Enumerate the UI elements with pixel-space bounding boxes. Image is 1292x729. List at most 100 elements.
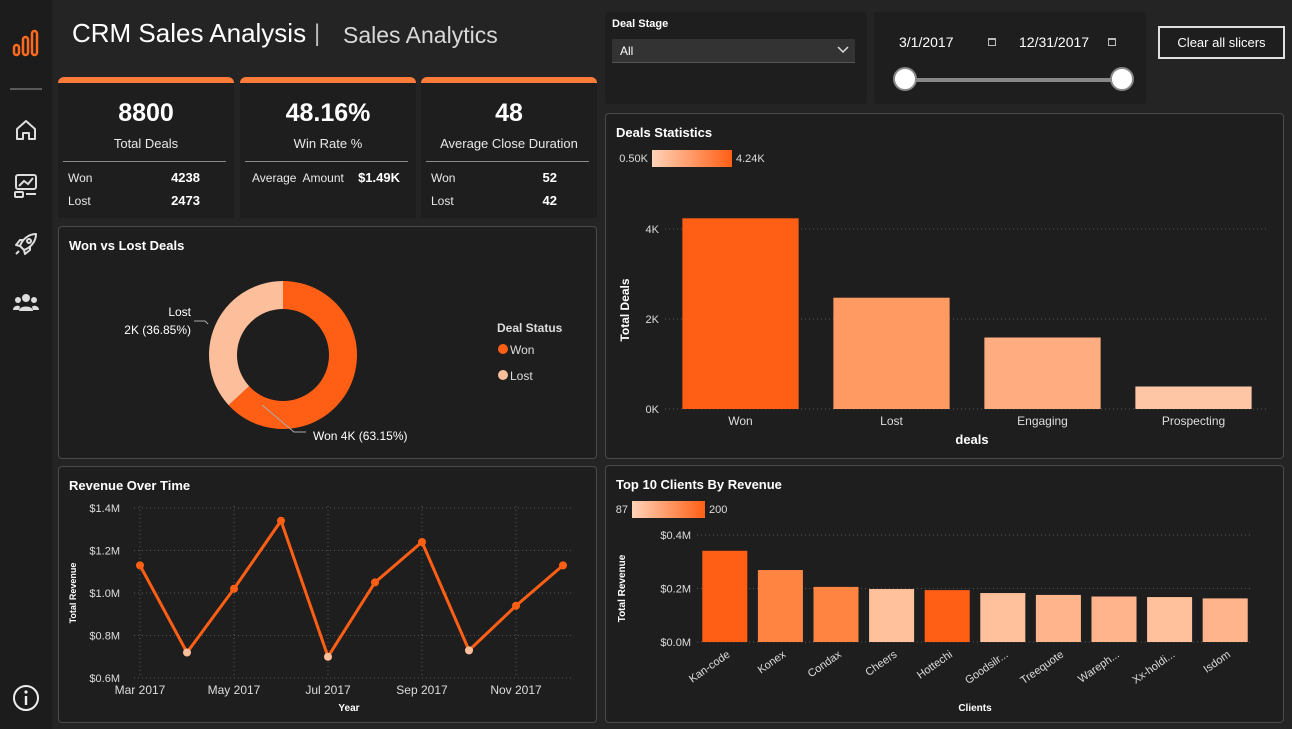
x-tick-label: Mar 2017 [115,683,166,697]
kpi-lost-value: 2473 [171,193,200,208]
home-icon[interactable] [8,112,44,148]
title-separator: | [314,20,321,47]
calendar-icon[interactable] [988,38,996,46]
lost-leader-line [194,320,209,325]
revenue-point [230,584,238,593]
x-axis-title: Clients [958,703,992,714]
legend-marker-won [498,344,508,354]
y-tick-label: $0.0M [660,637,691,649]
y-tick-label: $1.2M [89,546,120,558]
x-tick-label: Prospecting [1162,414,1225,428]
revenue-point [371,578,379,587]
bar-hottechi [924,590,970,642]
kpi-won-label: Won [68,171,93,185]
bar-treequote [1035,594,1081,642]
sidebar [0,0,52,729]
bar-won [682,218,799,409]
x-tick-label: Engaging [1017,414,1068,428]
gradient-min-label: 87 [616,504,628,516]
y-tick-label: $1.0M [89,588,120,600]
app-title: CRM Sales Analysis [72,18,307,48]
kpi-average-amount-label: Average Amount [252,171,344,185]
kpi-total-deals-card: 8800 Total Deals Won 4238 Lost 2473 [58,77,234,218]
dashboard-image-icon[interactable] [8,168,44,204]
x-tick-label: Konex [756,648,789,676]
x-tick-label: Nov 2017 [490,683,542,697]
kpi-won-duration-label: Won [431,171,456,185]
kpi-accent-bar [240,77,416,83]
kpi-won-value: 4238 [171,170,200,185]
y-axis-title: Total Revenue [617,554,628,622]
y-tick-label: $0.2M [660,584,691,596]
x-axis-title: Year [338,703,359,714]
y-tick-label: 0K [646,404,660,416]
end-date-input[interactable]: 12/31/2017 [1019,34,1089,50]
x-tick-label: Goodsilr... [963,649,1010,687]
y-axis-title: Total Deals [618,278,632,341]
kpi-divider [245,161,408,162]
revenue-point [465,646,473,655]
bar-engaging [984,337,1101,409]
date-slider-track[interactable] [905,78,1123,82]
revenue-point [136,561,144,570]
gradient-min-label: 0.50K [619,153,648,165]
kpi-divider [426,161,589,162]
kpi-accent-bar [58,77,234,83]
bar-xx-holdi- [1147,597,1193,642]
gradient-legend-bar [652,150,732,167]
top-clients-chart: 87 200 $0.0M $0.2M $0.4M Kan-code Konex Condax C… [616,501,1253,714]
kpi-close-duration-value: 48 [495,99,523,127]
deal-stage-selected: All [620,44,634,58]
date-slider-start-handle[interactable] [893,67,917,91]
won-data-label: Won 4K (63.15%) [313,429,408,443]
revenue-point [559,561,567,570]
chevron-down-icon [835,41,851,62]
kpi-win-rate-value: 48.16% [285,99,371,127]
y-tick-label: 2K [646,314,660,326]
revenue-point [418,538,426,546]
x-tick-label: Treequote [1018,649,1066,687]
lost-data-label-name: Lost [168,305,191,319]
bar-prospecting [1135,386,1252,409]
clear-all-slicers-button[interactable]: Clear all slicers [1158,26,1285,59]
gradient-max-label: 200 [709,504,727,516]
x-tick-label: Cheers [863,648,899,678]
x-tick-label: Wareph... [1076,649,1122,686]
info-icon[interactable] [8,680,44,716]
calendar-icon[interactable] [1108,38,1116,46]
deal-stage-dropdown[interactable]: All [612,39,855,63]
y-tick-label: 4K [646,224,660,236]
x-tick-label: Xx-holdi... [1130,649,1177,687]
revenue-point [183,648,191,657]
gradient-legend-bar [632,501,705,518]
date-slider-end-handle[interactable] [1110,67,1134,91]
revenue-line [138,519,564,659]
kpi-average-amount-value: $1.49K [358,170,400,185]
donut-slice-lost [209,281,283,406]
deal-stage-label: Deal Stage [612,18,669,30]
legend-title: Deal Status [497,321,563,335]
kpi-divider [63,161,226,162]
kpi-win-rate-card: 48.16% Win Rate % Average Amount $1.49K [240,77,416,218]
rocket-icon[interactable] [8,226,44,262]
start-date-input[interactable]: 3/1/2017 [899,34,954,50]
date-range-slicer [874,12,1146,104]
kpi-won-duration-value: 52 [542,170,557,185]
x-tick-label: Jul 2017 [305,683,351,697]
kpi-win-rate-label: Win Rate % [293,136,363,151]
kpi-close-duration-label: Average Close Duration [440,136,578,151]
revenue-line-chart: $0.6M$0.8M$1.0M$1.2M$1.4MMar 2017 May 201… [68,503,573,714]
bar-chart-logo-icon[interactable] [8,25,44,61]
kpi-total-deals-value: 8800 [118,99,174,127]
deals-statistics-chart: 0.50K 4.24K 0K 2K 4K Won Lost Engaging Prospecti… [618,150,1269,447]
y-tick-label: $0.8M [89,631,120,643]
won-lost-donut-chart: Won 4K (63.15%) Lost 2K (36.85%) Deal Statu… [124,281,563,443]
x-axis-title: deals [955,432,988,447]
x-tick-label: Kan-code [687,649,732,686]
x-tick-label: Isdom [1201,649,1232,676]
kpi-lost-duration-value: 42 [542,193,557,208]
y-tick-label: $1.4M [89,503,120,515]
deal-stage-slicer: Deal Stage All [605,12,867,104]
users-icon[interactable] [8,285,44,321]
bar-goodsilr- [980,593,1026,642]
